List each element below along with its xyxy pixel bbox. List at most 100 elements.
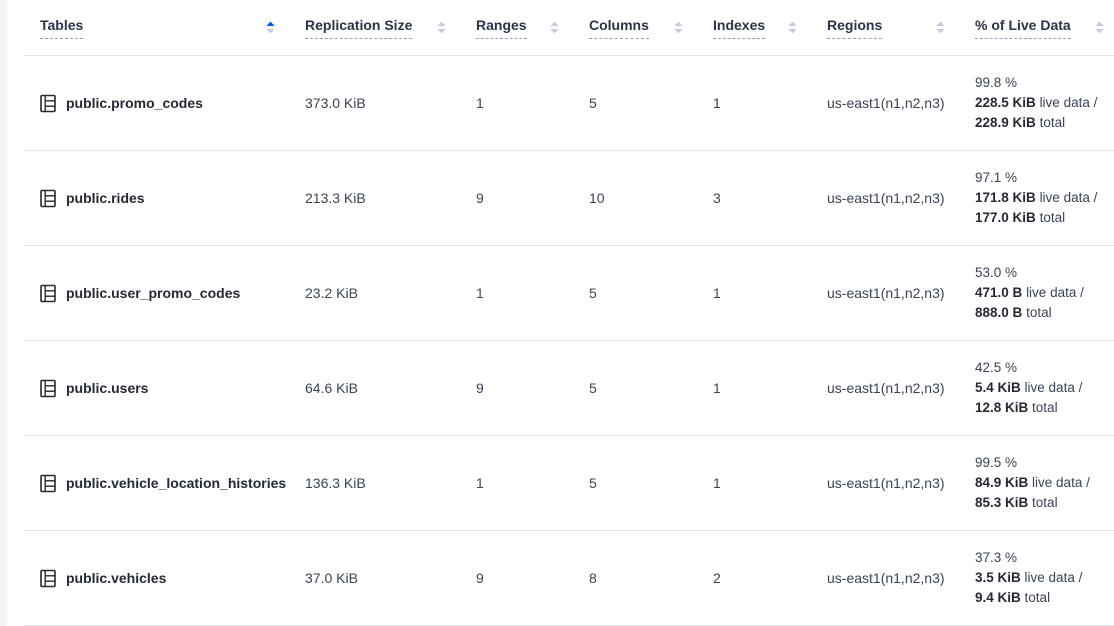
total-size-line: 12.8 KiB total: [975, 398, 1114, 418]
live-data-percent: 53.0 %: [975, 263, 1114, 283]
sort-icon: [1095, 21, 1104, 34]
regions-cell: us-east1(n1,n2,n3): [827, 151, 975, 246]
ranges-cell: 1: [476, 436, 589, 531]
column-header-label: Columns: [589, 17, 649, 39]
table-icon: [40, 569, 56, 588]
column-header-indexes[interactable]: Indexes: [713, 0, 827, 56]
live-data-percent: 42.5 %: [975, 358, 1114, 378]
live-data-percent: 99.8 %: [975, 73, 1114, 93]
total-size-line: 9.4 KiB total: [975, 588, 1114, 608]
replication-size-cell: 136.3 KiB: [305, 436, 476, 531]
indexes-cell: 1: [713, 246, 827, 341]
live-data-percent: 99.5 %: [975, 453, 1114, 473]
table-name-link[interactable]: public.promo_codes: [66, 95, 203, 111]
live-data-size-line: 471.0 B live data /: [975, 283, 1114, 303]
ranges-cell: 9: [476, 341, 589, 436]
column-header-label: Indexes: [713, 17, 765, 39]
table-name-cell: public.vehicles: [24, 531, 305, 626]
indexes-cell: 1: [713, 436, 827, 531]
live-data-percent: 37.3 %: [975, 548, 1114, 568]
regions-cell: us-east1(n1,n2,n3): [827, 56, 975, 151]
live-data-cell: 99.5 % 84.9 KiB live data / 85.3 KiB tot…: [975, 436, 1114, 531]
live-data-cell: 53.0 % 471.0 B live data / 888.0 B total: [975, 246, 1114, 341]
table-row: public.promo_codes 373.0 KiB 1 5 1 us-ea…: [24, 56, 1114, 151]
column-header-label: Replication Size: [305, 17, 412, 39]
table-name-link[interactable]: public.users: [66, 380, 148, 396]
column-header-columns[interactable]: Columns: [589, 0, 713, 56]
regions-cell: us-east1(n1,n2,n3): [827, 341, 975, 436]
table-row: public.users 64.6 KiB 9 5 1 us-east1(n1,…: [24, 341, 1114, 436]
live-data-size-line: 228.5 KiB live data /: [975, 93, 1114, 113]
columns-cell: 10: [589, 151, 713, 246]
replication-size-cell: 373.0 KiB: [305, 56, 476, 151]
indexes-cell: 3: [713, 151, 827, 246]
sort-icon: [674, 21, 683, 34]
column-header-label: % of Live Data: [975, 17, 1071, 39]
ranges-cell: 1: [476, 56, 589, 151]
table-icon: [40, 474, 56, 493]
tables-table: Tables Replication Size: [24, 0, 1114, 626]
column-header-label: Tables: [40, 17, 83, 39]
column-header-regions[interactable]: Regions: [827, 0, 975, 56]
table-name-cell: public.vehicle_location_histories: [24, 436, 305, 531]
columns-cell: 5: [589, 56, 713, 151]
table-icon: [40, 284, 56, 303]
sort-icon: [550, 21, 559, 34]
regions-cell: us-east1(n1,n2,n3): [827, 531, 975, 626]
regions-cell: us-east1(n1,n2,n3): [827, 436, 975, 531]
table-icon: [40, 379, 56, 398]
live-data-percent: 97.1 %: [975, 168, 1114, 188]
live-data-cell: 97.1 % 171.8 KiB live data / 177.0 KiB t…: [975, 151, 1114, 246]
total-size-line: 177.0 KiB total: [975, 208, 1114, 228]
table-name-cell: public.users: [24, 341, 305, 436]
indexes-cell: 1: [713, 341, 827, 436]
table-name-link[interactable]: public.vehicle_location_histories: [66, 475, 286, 491]
column-header-replication-size[interactable]: Replication Size: [305, 0, 476, 56]
table-row: public.rides 213.3 KiB 9 10 3 us-east1(n…: [24, 151, 1114, 246]
table-row: public.user_promo_codes 23.2 KiB 1 5 1 u…: [24, 246, 1114, 341]
live-data-cell: 37.3 % 3.5 KiB live data / 9.4 KiB total: [975, 531, 1114, 626]
table-row: public.vehicle_location_histories 136.3 …: [24, 436, 1114, 531]
table-name-link[interactable]: public.user_promo_codes: [66, 285, 240, 301]
table-icon: [40, 94, 56, 113]
table-header-row: Tables Replication Size: [24, 0, 1114, 56]
column-header-label: Ranges: [476, 17, 527, 39]
columns-cell: 5: [589, 436, 713, 531]
ranges-cell: 9: [476, 151, 589, 246]
replication-size-cell: 64.6 KiB: [305, 341, 476, 436]
column-header-ranges[interactable]: Ranges: [476, 0, 589, 56]
ranges-cell: 1: [476, 246, 589, 341]
sort-icon: [437, 21, 446, 34]
live-data-cell: 42.5 % 5.4 KiB live data / 12.8 KiB tota…: [975, 341, 1114, 436]
live-data-cell: 99.8 % 228.5 KiB live data / 228.9 KiB t…: [975, 56, 1114, 151]
live-data-size-line: 171.8 KiB live data /: [975, 188, 1114, 208]
columns-cell: 5: [589, 246, 713, 341]
table-name-link[interactable]: public.vehicles: [66, 570, 166, 586]
column-header-tables[interactable]: Tables: [24, 0, 305, 56]
table-row: public.vehicles 37.0 KiB 9 8 2 us-east1(…: [24, 531, 1114, 626]
live-data-size-line: 84.9 KiB live data /: [975, 473, 1114, 493]
table-name-cell: public.user_promo_codes: [24, 246, 305, 341]
sort-icon: [936, 21, 945, 34]
sort-icon: [788, 21, 797, 34]
total-size-line: 228.9 KiB total: [975, 113, 1114, 133]
page-left-gutter: [0, 0, 7, 626]
ranges-cell: 9: [476, 531, 589, 626]
table-name-cell: public.promo_codes: [24, 56, 305, 151]
live-data-size-line: 5.4 KiB live data /: [975, 378, 1114, 398]
database-tables-panel: Tables Replication Size: [24, 0, 1114, 626]
replication-size-cell: 23.2 KiB: [305, 246, 476, 341]
indexes-cell: 1: [713, 56, 827, 151]
columns-cell: 5: [589, 341, 713, 436]
replication-size-cell: 37.0 KiB: [305, 531, 476, 626]
column-header-label: Regions: [827, 17, 882, 39]
column-header-pct-live-data[interactable]: % of Live Data: [975, 0, 1114, 56]
columns-cell: 8: [589, 531, 713, 626]
table-name-link[interactable]: public.rides: [66, 190, 145, 206]
indexes-cell: 2: [713, 531, 827, 626]
live-data-size-line: 3.5 KiB live data /: [975, 568, 1114, 588]
sort-icon: [266, 21, 275, 34]
total-size-line: 85.3 KiB total: [975, 493, 1114, 513]
replication-size-cell: 213.3 KiB: [305, 151, 476, 246]
table-icon: [40, 189, 56, 208]
